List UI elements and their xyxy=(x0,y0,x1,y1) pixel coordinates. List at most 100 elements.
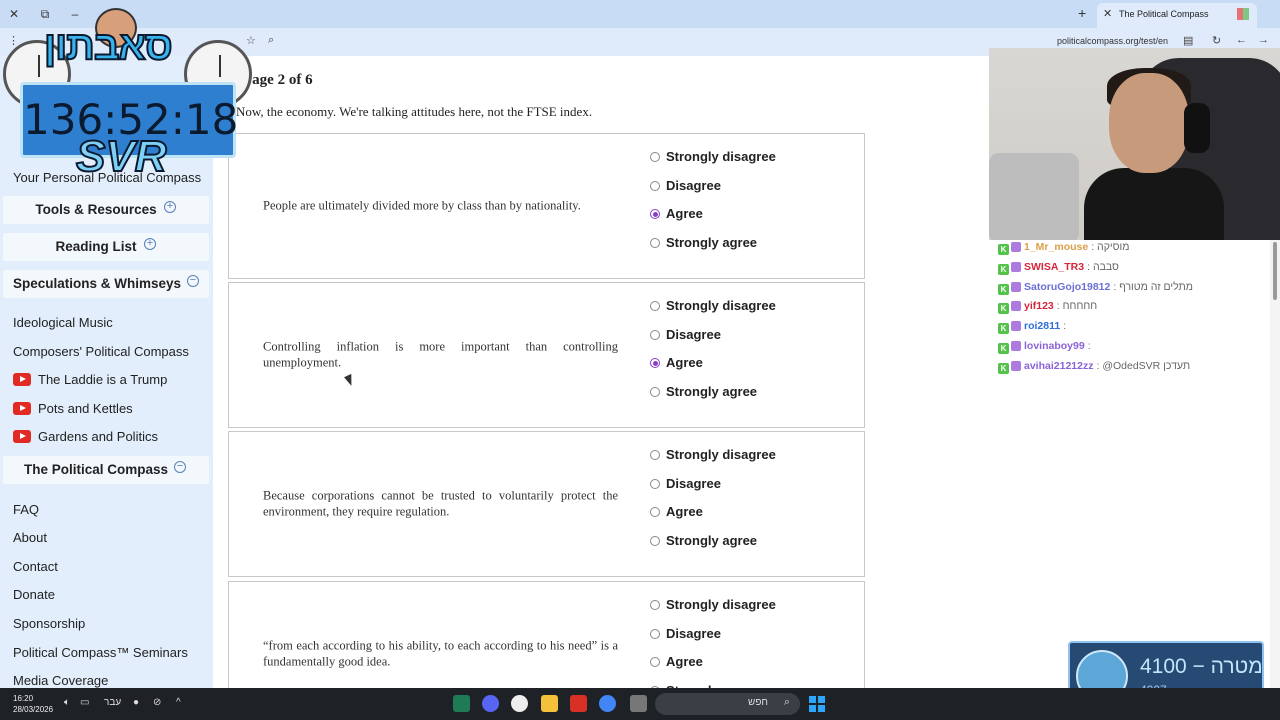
nav-seminars[interactable]: Political Compass™ Seminars xyxy=(13,645,188,660)
kick-badge-icon: K xyxy=(998,323,1009,335)
app-terminal-icon[interactable] xyxy=(453,695,470,712)
answer-label: Strongly agree xyxy=(666,235,758,250)
new-tab-button[interactable]: + xyxy=(1078,5,1086,21)
answer-option[interactable]: Agree xyxy=(650,355,703,370)
section-tools-resources[interactable]: Tools & Resources + xyxy=(3,196,209,224)
microphone-icon[interactable]: ● xyxy=(133,697,139,708)
app-discord-icon[interactable] xyxy=(482,695,499,712)
answer-option[interactable]: Agree xyxy=(650,504,703,519)
section-label: Speculations & Whimseys xyxy=(13,276,182,291)
app-task-view-icon[interactable] xyxy=(630,695,647,712)
notification-muted-icon[interactable]: ⊘ xyxy=(153,697,161,708)
radio-button[interactable] xyxy=(650,600,660,610)
nav-faq[interactable]: FAQ xyxy=(13,502,39,517)
tab-title: The Political Compass xyxy=(1119,9,1209,19)
sub-badge-icon xyxy=(1011,341,1021,351)
radio-button[interactable] xyxy=(650,181,660,191)
nav-contact[interactable]: Contact xyxy=(13,559,58,574)
taskbar-search[interactable]: חפש ⌕ xyxy=(655,693,800,715)
nav-video-pots[interactable]: Pots and Kettles xyxy=(13,401,133,416)
answer-option[interactable]: Strongly agree xyxy=(650,235,757,250)
answer-option[interactable]: Agree xyxy=(650,206,703,221)
youtube-icon xyxy=(13,430,31,443)
radio-button[interactable] xyxy=(650,629,660,639)
nav-donate[interactable]: Donate xyxy=(13,587,55,602)
nav-media-coverage[interactable]: Media Coverage xyxy=(13,673,108,688)
forward-icon[interactable]: → xyxy=(1258,34,1269,46)
radio-button[interactable] xyxy=(650,450,660,460)
video-link-label: Gardens and Politics xyxy=(38,429,158,444)
chat-message: K 1_Mr_mouse: מוסיקה xyxy=(998,241,1129,259)
answer-label: Agree xyxy=(666,654,703,669)
video-link-label: Pots and Kettles xyxy=(38,401,133,416)
taskbar-clock[interactable]: 16:20 28/03/2026 xyxy=(13,693,53,715)
radio-button[interactable] xyxy=(650,238,660,248)
expand-plus-icon[interactable]: + xyxy=(164,201,176,213)
answer-option[interactable]: Strongly disagree xyxy=(650,597,776,612)
app-media-player-icon[interactable] xyxy=(511,695,528,712)
search-icon: ⌕ xyxy=(783,696,790,708)
language-indicator[interactable]: עבר xyxy=(104,697,121,708)
answer-option[interactable]: Disagree xyxy=(650,476,721,491)
radio-button[interactable] xyxy=(650,301,660,311)
nav-video-gardens[interactable]: Gardens and Politics xyxy=(13,429,158,444)
collapse-minus-icon[interactable]: − xyxy=(174,461,186,473)
radio-button[interactable] xyxy=(650,479,660,489)
radio-button[interactable] xyxy=(650,507,660,517)
nav-ideological-music[interactable]: Ideological Music xyxy=(13,315,113,330)
answer-option[interactable]: Strongly agree xyxy=(650,533,757,548)
radio-button[interactable] xyxy=(650,330,660,340)
radio-button[interactable] xyxy=(650,209,660,219)
radio-button[interactable] xyxy=(650,152,660,162)
section-political-compass[interactable]: The Political Compass − xyxy=(3,456,209,484)
nav-about[interactable]: About xyxy=(13,530,47,545)
subathon-timer-overlay: סאבתון 136:52:18 SVR xyxy=(0,0,255,185)
headset-icon xyxy=(1184,103,1210,153)
answer-option[interactable]: Disagree xyxy=(650,626,721,641)
section-label: Reading List xyxy=(55,239,137,254)
section-speculations-whimseys[interactable]: Speculations & Whimseys − xyxy=(3,270,209,298)
windows-start-icon[interactable] xyxy=(809,696,825,712)
scrollbar[interactable] xyxy=(1270,240,1280,688)
answer-option[interactable]: Strongly disagree xyxy=(650,149,776,164)
tray-chevron-up-icon[interactable]: ^ xyxy=(176,697,181,708)
collapse-minus-icon[interactable]: − xyxy=(187,275,199,287)
reload-icon[interactable]: ↻ xyxy=(1212,34,1221,47)
expand-plus-icon[interactable]: + xyxy=(144,238,156,250)
volume-icon[interactable]: 🔈︎ xyxy=(64,697,70,708)
nav-video-laddie[interactable]: The Laddie is a Trump xyxy=(13,372,167,387)
translate-icon[interactable]: ▤ xyxy=(1183,34,1193,47)
app-red-tool-icon[interactable] xyxy=(570,695,587,712)
radio-button[interactable] xyxy=(650,657,660,667)
webcam-overlay xyxy=(989,48,1280,240)
section-reading-list[interactable]: Reading List + xyxy=(3,233,209,261)
answer-option[interactable]: Strongly disagree xyxy=(650,298,776,313)
address-bar[interactable]: politicalcompass.org/test/en xyxy=(1057,36,1168,46)
goal-target: 4100 xyxy=(1140,655,1187,678)
radio-button[interactable] xyxy=(650,536,660,546)
answer-option[interactable]: Disagree xyxy=(650,178,721,193)
chat-overlay: K 1_Mr_mouse: מוסיקה K SWISA_TR3: סבבה K Sato… xyxy=(998,241,1268,381)
network-icon[interactable]: ▭ xyxy=(80,697,89,708)
radio-button[interactable] xyxy=(650,358,660,368)
scrollbar-thumb[interactable] xyxy=(1273,242,1277,300)
section-label: The Political Compass xyxy=(23,462,169,477)
app-file-explorer-icon[interactable] xyxy=(541,695,558,712)
radio-button[interactable] xyxy=(650,387,660,397)
answer-option[interactable]: Agree xyxy=(650,654,703,669)
app-chrome-icon[interactable] xyxy=(599,695,616,712)
question-text: Because corporations cannot be trusted t… xyxy=(263,488,618,519)
tab-close-icon[interactable]: ✕ xyxy=(1103,7,1112,20)
chat-message: Kyif123: חחחחח xyxy=(998,300,1097,318)
answer-option[interactable]: Strongly agree xyxy=(650,384,757,399)
nav-composers-compass[interactable]: Composers' Political Compass xyxy=(13,344,189,359)
back-icon[interactable]: ← xyxy=(1236,34,1247,46)
answer-option[interactable]: Disagree xyxy=(650,327,721,342)
answer-option[interactable]: Strongly disagree xyxy=(650,447,776,462)
nav-sponsorship[interactable]: Sponsorship xyxy=(13,616,85,631)
chat-username: SWISA_TR3 xyxy=(1024,260,1085,273)
tab-political-compass[interactable]: ✕ The Political Compass xyxy=(1097,3,1257,28)
sub-badge-icon xyxy=(1011,281,1021,292)
zoom-icon[interactable]: ⌕ xyxy=(268,34,274,47)
chat-message: Kavihai21212zz: @OdedSVR תעדכן xyxy=(998,360,1190,378)
